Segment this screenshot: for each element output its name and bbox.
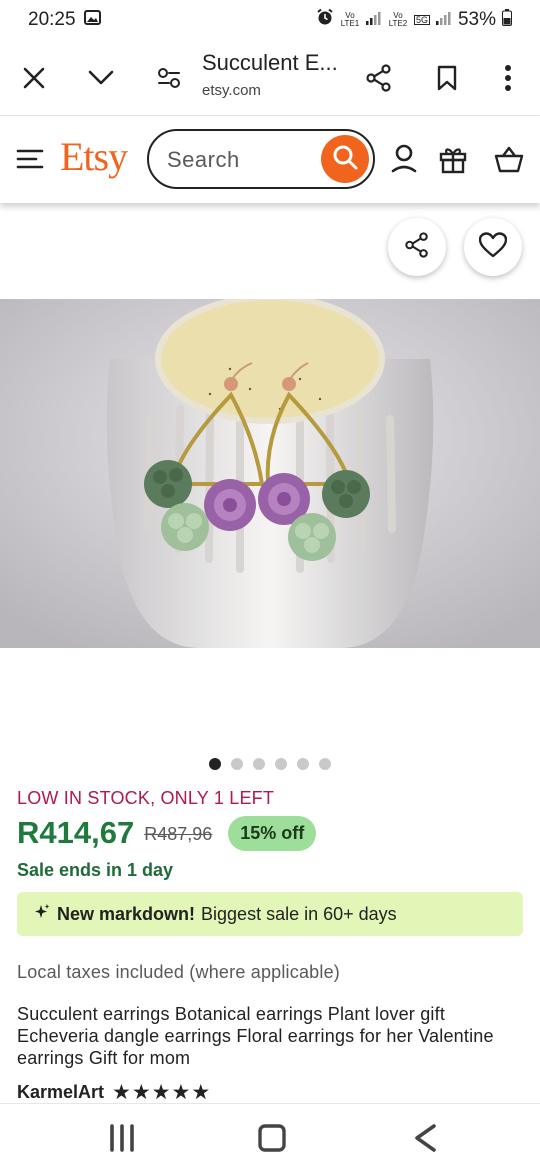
carousel-dot[interactable] [319,758,331,770]
home-icon[interactable] [252,1118,292,1158]
page-url: etsy.com [202,82,261,99]
search-placeholder: Search [167,147,240,172]
original-price: R487,96 [144,823,213,844]
sale-ends-text: Sale ends in 1 day [17,860,174,880]
cart-icon[interactable] [491,141,527,177]
page-title: Succulent E... [202,50,338,75]
product-image[interactable] [0,299,540,648]
sim1-label: Vo LTE1 [340,11,360,28]
markdown-rest: Biggest sale in 60+ days [201,903,397,924]
markdown-strong: New markdown! [57,903,196,924]
account-icon[interactable] [386,141,422,177]
carousel-dot[interactable] [253,758,265,770]
search-input[interactable]: Search [147,129,375,189]
back-icon[interactable] [405,1118,445,1158]
carousel-dot[interactable] [231,758,243,770]
carousel-dots[interactable] [0,758,540,770]
search-button[interactable] [321,135,369,183]
shop-row[interactable]: KarmelArt ★★★★★ [17,1080,211,1105]
chevron-down-icon[interactable] [81,58,121,98]
network-label: 5G [413,15,430,25]
taxes-note: Local taxes included (where applicable) [17,962,340,982]
signal-icon [365,9,382,31]
share-icon [404,231,430,263]
etsy-logo[interactable]: Etsy [60,133,128,180]
discount-badge: 15% off [228,815,317,851]
share-icon[interactable] [359,58,399,98]
browser-title-block[interactable]: Succulent E... etsy.com [202,50,352,99]
site-settings-icon[interactable] [149,58,189,98]
status-time: 20:25 [28,9,76,30]
sim2-label: Vo LTE2 [388,11,408,28]
gallery-notification-icon [83,9,101,31]
more-vert-icon[interactable] [488,58,528,98]
stock-status: LOW IN STOCK, ONLY 1 LEFT [17,788,275,808]
system-nav-bar [0,1103,540,1170]
alarm-icon [316,8,334,32]
sparkle-icon [33,903,51,926]
shop-name[interactable]: KarmelArt [17,1082,104,1103]
carousel-dot[interactable] [297,758,309,770]
recent-apps-icon[interactable] [102,1118,142,1158]
product-title: Succulent earrings Botanical earrings Pl… [17,1004,494,1068]
heart-icon [478,231,508,263]
battery-level: 53% [457,9,496,30]
search-icon [331,143,359,176]
share-listing-button[interactable] [388,218,446,276]
close-icon[interactable] [14,58,54,98]
rating-stars: ★★★★★ [112,1081,212,1104]
bookmark-icon[interactable] [427,58,467,98]
favorite-button[interactable] [464,218,522,276]
markdown-banner: New markdown! Biggest sale in 60+ days [17,892,523,936]
site-header: Etsy Search [0,117,540,203]
browser-toolbar: Succulent E... etsy.com [0,40,540,116]
carousel-dot[interactable] [275,758,287,770]
battery-icon [502,8,512,32]
status-bar: 20:25 Vo LTE1 Vo LTE2 5G 53% [0,0,540,40]
price-row: R414,67 R487,96 15% off [17,815,317,851]
gift-icon[interactable] [435,141,471,177]
carousel-dot[interactable] [209,758,221,770]
signal-icon [435,9,452,31]
sale-price: R414,67 [17,815,135,850]
menu-icon[interactable] [12,141,48,177]
